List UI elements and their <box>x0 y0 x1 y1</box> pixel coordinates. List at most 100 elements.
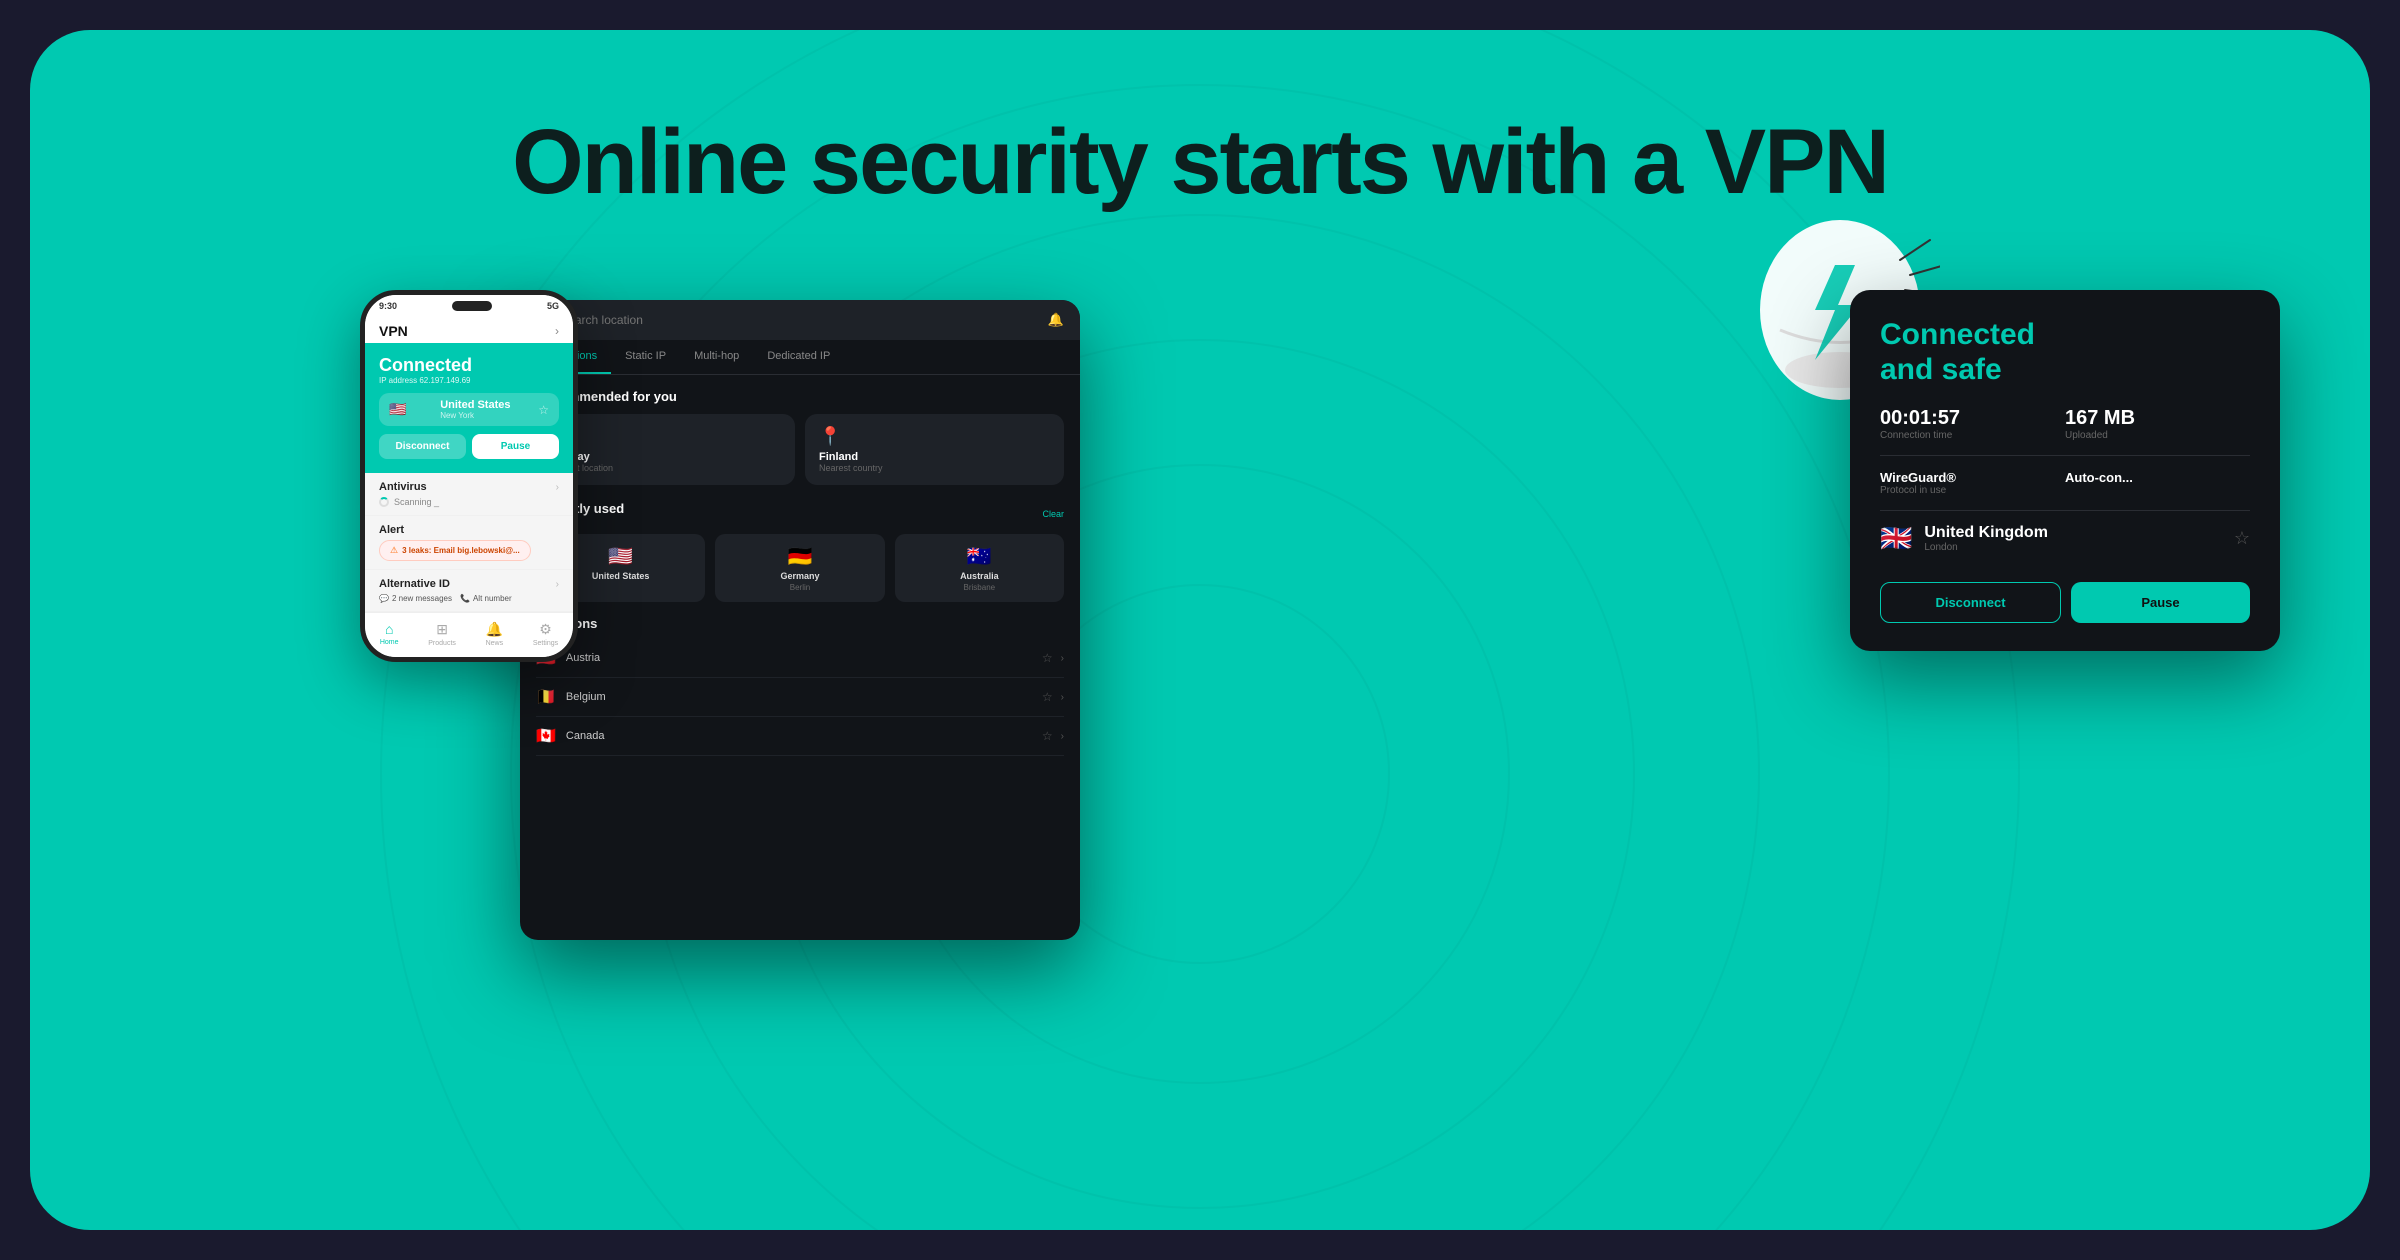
phone-alert-section: Alert ⚠ 3 leaks: Email big.lebowski@... <box>365 516 573 570</box>
rp-country-name: United Kingdom <box>1924 524 2048 542</box>
desktop-search-input[interactable] <box>560 313 1040 327</box>
phone-connected-title: Connected <box>379 355 559 376</box>
desktop-finland-name: Finland <box>819 451 1050 463</box>
rp-disconnect-button[interactable]: Disconnect <box>1880 582 2061 623</box>
desktop-be-chevron-icon: › <box>1061 692 1064 703</box>
phone-disconnect-button[interactable]: Disconnect <box>379 434 466 459</box>
rp-pause-button[interactable]: Pause <box>2071 582 2250 623</box>
rp-city-name: London <box>1924 542 2048 553</box>
tab-dedicated-ip[interactable]: Dedicated IP <box>753 340 844 374</box>
phone-alt-id-row[interactable]: Alternative ID › <box>379 578 559 590</box>
phone-antivirus-row[interactable]: Antivirus › <box>379 481 559 493</box>
desktop-notification-icon[interactable]: 🔔 <box>1048 312 1064 328</box>
rp-title-line1: Connected <box>1880 318 2035 351</box>
rp-connection-time-stat: 00:01:57 Connection time <box>1880 407 2065 441</box>
phone-alert-badge[interactable]: ⚠ 3 leaks: Email big.lebowski@... <box>379 540 531 561</box>
phone-nav-news[interactable]: 🔔 News <box>486 621 504 647</box>
desktop-at-star-icon[interactable]: ☆ <box>1042 651 1053 665</box>
desktop-de-city: Berlin <box>790 583 810 592</box>
phone-ip-address: IP address 62.197.149.69 <box>379 376 559 385</box>
desktop-nearest-icon: 📍 <box>819 426 1050 447</box>
desktop-recent-au[interactable]: 🇦🇺 Australia Brisbane <box>895 534 1064 602</box>
rp-location-star-icon[interactable]: ☆ <box>2234 528 2250 549</box>
desktop-au-flag-icon: 🇦🇺 <box>967 544 992 569</box>
phone-alt-number-chip: 📞 Alt number <box>460 594 512 603</box>
phone-app-header: VPN › <box>365 315 573 343</box>
phone-bottom-nav: ⌂ Home ⊞ Products 🔔 News ⚙ Settings <box>365 612 573 657</box>
desktop-finland-sub: Nearest country <box>819 463 1050 473</box>
phone-alt-id-chips: 💬 2 new messages 📞 Alt number <box>379 594 559 603</box>
phone-nav-home[interactable]: ⌂ Home <box>380 621 399 647</box>
rp-uk-flag-icon: 🇬🇧 <box>1880 523 1912 554</box>
rp-connection-time-value: 00:01:57 <box>1880 407 2065 430</box>
phone-antivirus-title: Antivirus <box>379 481 427 493</box>
phone-home-label: Home <box>380 639 399 646</box>
phone-settings-label: Settings <box>533 640 558 647</box>
page-headline: Online security starts with a VPN <box>512 110 1888 215</box>
phone-time: 9:30 <box>379 301 397 311</box>
phone-star-icon[interactable]: ☆ <box>538 403 549 417</box>
desktop-at-chevron-icon: › <box>1061 653 1064 664</box>
phone-location-row[interactable]: 🇺🇸 United States New York ☆ <box>379 393 559 426</box>
phone-scan-spinner <box>379 497 389 507</box>
phone-antivirus-section: Antivirus › Scanning _ <box>365 473 573 516</box>
rp-protocol-info: WireGuard® Protocol in use <box>1880 470 2065 496</box>
desktop-au-city: Brisbane <box>964 583 996 592</box>
tab-static-ip[interactable]: Static IP <box>611 340 680 374</box>
phone-messages-icon: 💬 <box>379 594 389 603</box>
desktop-server-finland[interactable]: 📍 Finland Nearest country <box>805 414 1064 485</box>
desktop-location-belgium[interactable]: 🇧🇪 Belgium ☆ › <box>536 678 1064 717</box>
phone-notch <box>452 301 492 311</box>
phone-alt-id-title: Alternative ID <box>379 578 450 590</box>
phone-scanning-text: Scanning _ <box>394 497 439 507</box>
phone-settings-icon: ⚙ <box>539 621 552 638</box>
phone-alt-number-icon: 📞 <box>460 594 470 603</box>
phone-app-title: VPN <box>379 323 408 339</box>
phone-country-name: United States <box>440 399 510 411</box>
phone-status-bar: 9:30 5G <box>365 295 573 315</box>
phone-mockup: 9:30 5G VPN › Connected IP address 62.19… <box>360 290 620 662</box>
desktop-recent-de[interactable]: 🇩🇪 Germany Berlin <box>715 534 884 602</box>
phone-connected-section: Connected IP address 62.197.149.69 🇺🇸 Un… <box>365 343 573 473</box>
phone-scanning-row: Scanning _ <box>379 497 559 507</box>
phone-antivirus-chevron-icon: › <box>556 482 559 493</box>
phone-body: 9:30 5G VPN › Connected IP address 62.19… <box>360 290 578 662</box>
desktop-be-name: Belgium <box>566 691 1042 703</box>
desktop-be-star-icon[interactable]: ☆ <box>1042 690 1053 704</box>
desktop-clear-button[interactable]: Clear <box>1042 509 1064 519</box>
desktop-location-canada[interactable]: 🇨🇦 Canada ☆ › <box>536 717 1064 756</box>
rp-location-row[interactable]: 🇬🇧 United Kingdom London ☆ <box>1880 510 2250 566</box>
phone-nav-products[interactable]: ⊞ Products <box>428 621 456 647</box>
desktop-at-name: Austria <box>566 652 1042 664</box>
phone-nav-settings[interactable]: ⚙ Settings <box>533 621 558 647</box>
rp-autoconnect-value: Auto-con... <box>2065 470 2250 485</box>
rp-divider <box>1880 455 2250 456</box>
phone-alt-number-text: Alt number <box>473 594 512 603</box>
rp-stats-row: 00:01:57 Connection time 167 MB Uploaded <box>1880 407 2250 441</box>
phone-products-label: Products <box>428 640 456 647</box>
phone-alert-message: 3 leaks: Email big.lebowski@... <box>402 546 520 555</box>
phone-city-name: New York <box>440 411 510 420</box>
phone-home-icon: ⌂ <box>385 621 393 637</box>
rp-protocol-value: WireGuard® <box>1880 470 2065 485</box>
phone-messages-text: 2 new messages <box>392 594 452 603</box>
tab-multi-hop[interactable]: Multi-hop <box>680 340 753 374</box>
right-panel-connected: Connected and safe 00:01:57 Connection t… <box>1850 290 2280 651</box>
phone-alert-row: Alert <box>379 524 559 536</box>
rp-connected-title: Connected and safe <box>1880 318 2250 387</box>
phone-news-label: News <box>486 640 504 647</box>
desktop-ca-chevron-icon: › <box>1061 731 1064 742</box>
rp-title-line2: and safe <box>1880 353 2002 386</box>
outer-card: Online security starts with a VPN 9:30 5… <box>30 30 2370 1230</box>
rp-uploaded-value: 167 MB <box>2065 407 2250 430</box>
desktop-de-flag-icon: 🇩🇪 <box>788 544 813 569</box>
rp-info-row: WireGuard® Protocol in use Auto-con... <box>1880 470 2250 496</box>
phone-pause-button[interactable]: Pause <box>472 434 559 459</box>
desktop-ca-star-icon[interactable]: ☆ <box>1042 729 1053 743</box>
phone-products-icon: ⊞ <box>436 621 448 638</box>
rp-protocol-label: Protocol in use <box>1880 485 2065 496</box>
phone-alt-messages-chip: 💬 2 new messages <box>379 594 452 603</box>
phone-news-icon: 🔔 <box>486 621 503 638</box>
desktop-de-name: Germany <box>780 571 819 581</box>
rp-button-row: Disconnect Pause <box>1880 582 2250 623</box>
